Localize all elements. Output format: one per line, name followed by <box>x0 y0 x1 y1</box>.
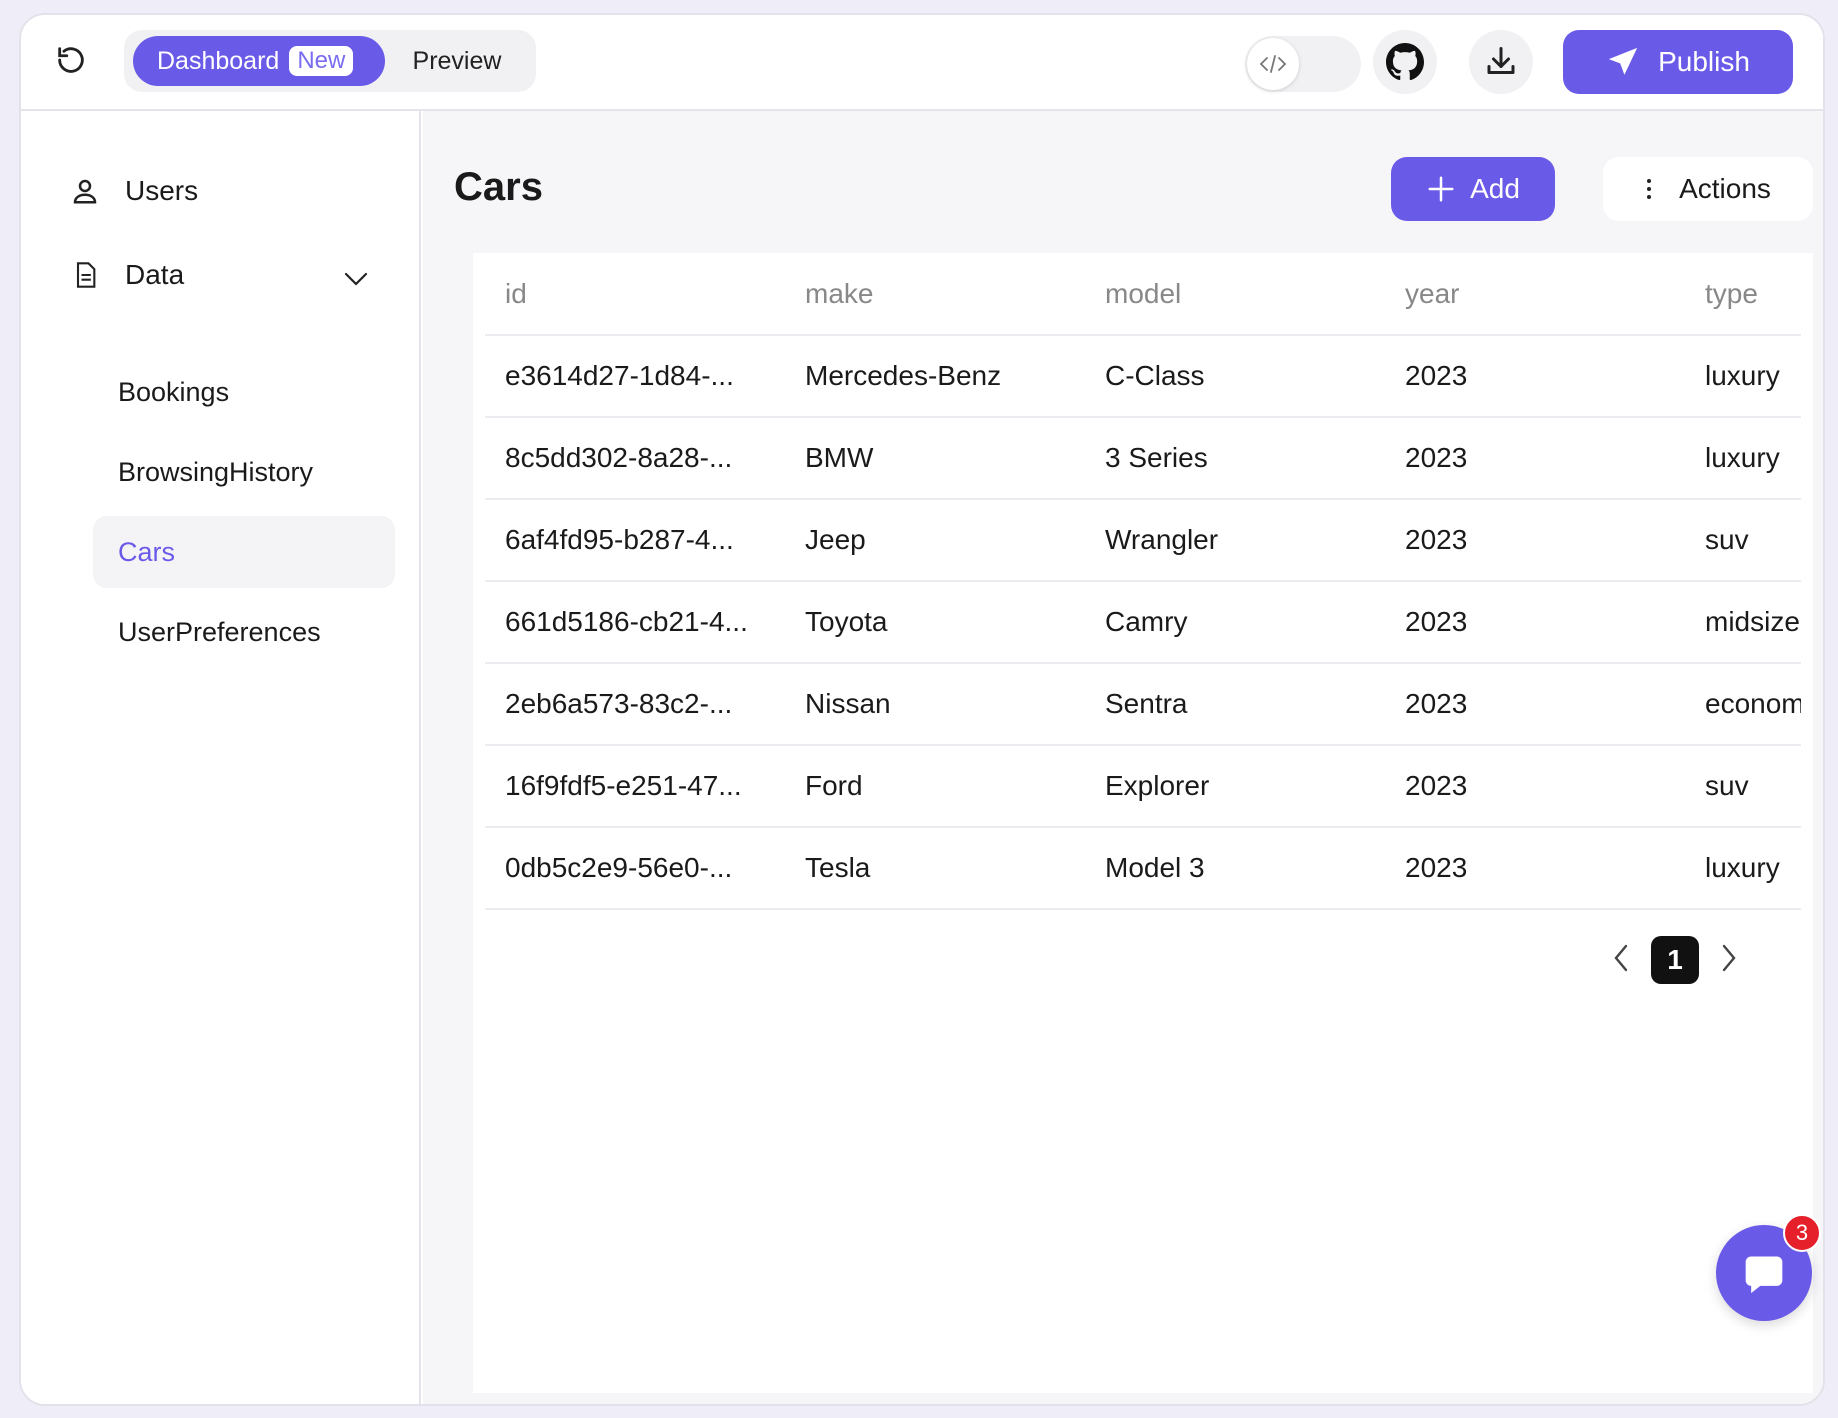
app-window: Dashboard New Preview Publish Users Data… <box>19 13 1825 1406</box>
chat-icon <box>1745 1256 1783 1294</box>
github-button[interactable] <box>1373 30 1437 94</box>
column-header-model[interactable]: model <box>1085 253 1385 336</box>
data-table-card: id make model year type e3614d27-1d84-..… <box>473 253 1813 1393</box>
table-row[interactable]: 0db5c2e9-56e0-... Tesla Model 3 2023 lux… <box>485 827 1801 910</box>
sidebar-item-browsinghistory[interactable]: BrowsingHistory <box>93 436 395 508</box>
table-row[interactable]: 2eb6a573-83c2-... Nissan Sentra 2023 eco… <box>485 663 1801 746</box>
cell-model: Explorer <box>1085 745 1385 828</box>
cell-year: 2023 <box>1385 827 1685 910</box>
cell-model: Wrangler <box>1085 499 1385 582</box>
cell-type: luxury <box>1685 827 1801 910</box>
table-row[interactable]: 8c5dd302-8a28-... BMW 3 Series 2023 luxu… <box>485 417 1801 500</box>
dashboard-tab-label: Dashboard <box>157 46 280 75</box>
page-title: Cars <box>454 165 543 209</box>
users-label: Users <box>125 175 199 206</box>
preview-tab[interactable]: Preview <box>387 30 527 92</box>
cell-id: 661d5186-cb21-4... <box>485 581 785 664</box>
notification-badge: 3 <box>1783 1214 1821 1252</box>
cell-type: suv <box>1685 499 1801 582</box>
cars-table: id make model year type e3614d27-1d84-..… <box>485 253 1801 910</box>
actions-label: Actions <box>1679 173 1771 204</box>
column-header-type[interactable]: type <box>1685 253 1801 336</box>
cell-model: Camry <box>1085 581 1385 664</box>
column-header-year[interactable]: year <box>1385 253 1685 336</box>
cell-id: 8c5dd302-8a28-... <box>485 417 785 500</box>
cell-type: luxury <box>1685 335 1801 418</box>
refresh-icon[interactable] <box>51 40 91 80</box>
data-label: Data <box>125 259 185 290</box>
cell-year: 2023 <box>1385 499 1685 582</box>
table-row[interactable]: e3614d27-1d84-... Mercedes-Benz C-Class … <box>485 335 1801 418</box>
table-header-row: id make model year type <box>485 253 1801 336</box>
document-icon <box>67 257 103 293</box>
sidebar-item-cars[interactable]: Cars <box>93 516 395 588</box>
cell-make: Toyota <box>785 581 1085 664</box>
code-toggle[interactable] <box>1245 36 1361 92</box>
cell-year: 2023 <box>1385 335 1685 418</box>
sidebar-item-data[interactable]: Data <box>67 257 184 293</box>
column-header-id[interactable]: id <box>485 253 785 336</box>
cell-id: 0db5c2e9-56e0-... <box>485 827 785 910</box>
cell-id: 2eb6a573-83c2-... <box>485 663 785 746</box>
table-row[interactable]: 16f9fdf5-e251-47... Ford Explorer 2023 s… <box>485 745 1801 828</box>
sidebar: Users Data Bookings BrowsingHistory Cars… <box>21 111 421 1404</box>
sidebar-item-bookings[interactable]: Bookings <box>93 356 395 428</box>
cell-make: Jeep <box>785 499 1085 582</box>
send-icon <box>1608 47 1638 75</box>
cell-type: econom <box>1685 663 1801 746</box>
download-icon <box>1487 47 1515 74</box>
cell-year: 2023 <box>1385 581 1685 664</box>
publish-button[interactable]: Publish <box>1563 30 1793 94</box>
code-icon <box>1247 38 1299 90</box>
cell-year: 2023 <box>1385 663 1685 746</box>
cell-year: 2023 <box>1385 745 1685 828</box>
cell-model: C-Class <box>1085 335 1385 418</box>
sidebar-item-users[interactable]: Users <box>67 173 198 209</box>
chevron-right-icon[interactable] <box>1719 942 1739 979</box>
top-bar: Dashboard New Preview Publish <box>21 15 1823 111</box>
cell-type: midsize <box>1685 581 1801 664</box>
cell-make: Mercedes-Benz <box>785 335 1085 418</box>
column-header-make[interactable]: make <box>785 253 1085 336</box>
cell-id: 6af4fd95-b287-4... <box>485 499 785 582</box>
user-icon <box>67 173 103 209</box>
dashboard-tab[interactable]: Dashboard New <box>133 36 385 86</box>
table-row[interactable]: 6af4fd95-b287-4... Jeep Wrangler 2023 su… <box>485 499 1801 582</box>
add-label: Add <box>1470 173 1520 204</box>
cell-id: 16f9fdf5-e251-47... <box>485 745 785 828</box>
chevron-left-icon[interactable] <box>1611 942 1631 979</box>
cell-make: Tesla <box>785 827 1085 910</box>
chevron-down-icon[interactable] <box>341 269 371 294</box>
cell-type: suv <box>1685 745 1801 828</box>
cell-model: Model 3 <box>1085 827 1385 910</box>
page-number-button[interactable]: 1 <box>1651 936 1699 984</box>
plus-icon <box>1428 176 1454 202</box>
add-button[interactable]: Add <box>1391 157 1555 221</box>
view-switcher: Dashboard New Preview <box>124 30 536 92</box>
publish-label: Publish <box>1658 46 1750 77</box>
cell-type: luxury <box>1685 417 1801 500</box>
cell-model: 3 Series <box>1085 417 1385 500</box>
cell-year: 2023 <box>1385 417 1685 500</box>
new-badge: New <box>289 46 354 76</box>
sidebar-item-userpreferences[interactable]: UserPreferences <box>93 596 395 668</box>
actions-button[interactable]: Actions <box>1603 157 1813 221</box>
cell-model: Sentra <box>1085 663 1385 746</box>
cell-make: Ford <box>785 745 1085 828</box>
download-button[interactable] <box>1469 30 1533 94</box>
cell-id: e3614d27-1d84-... <box>485 335 785 418</box>
cell-make: Nissan <box>785 663 1085 746</box>
table-row[interactable]: 661d5186-cb21-4... Toyota Camry 2023 mid… <box>485 581 1801 664</box>
more-vertical-icon <box>1647 179 1652 199</box>
github-icon <box>1386 43 1424 81</box>
cell-make: BMW <box>785 417 1085 500</box>
pagination: 1 <box>1611 936 1739 984</box>
